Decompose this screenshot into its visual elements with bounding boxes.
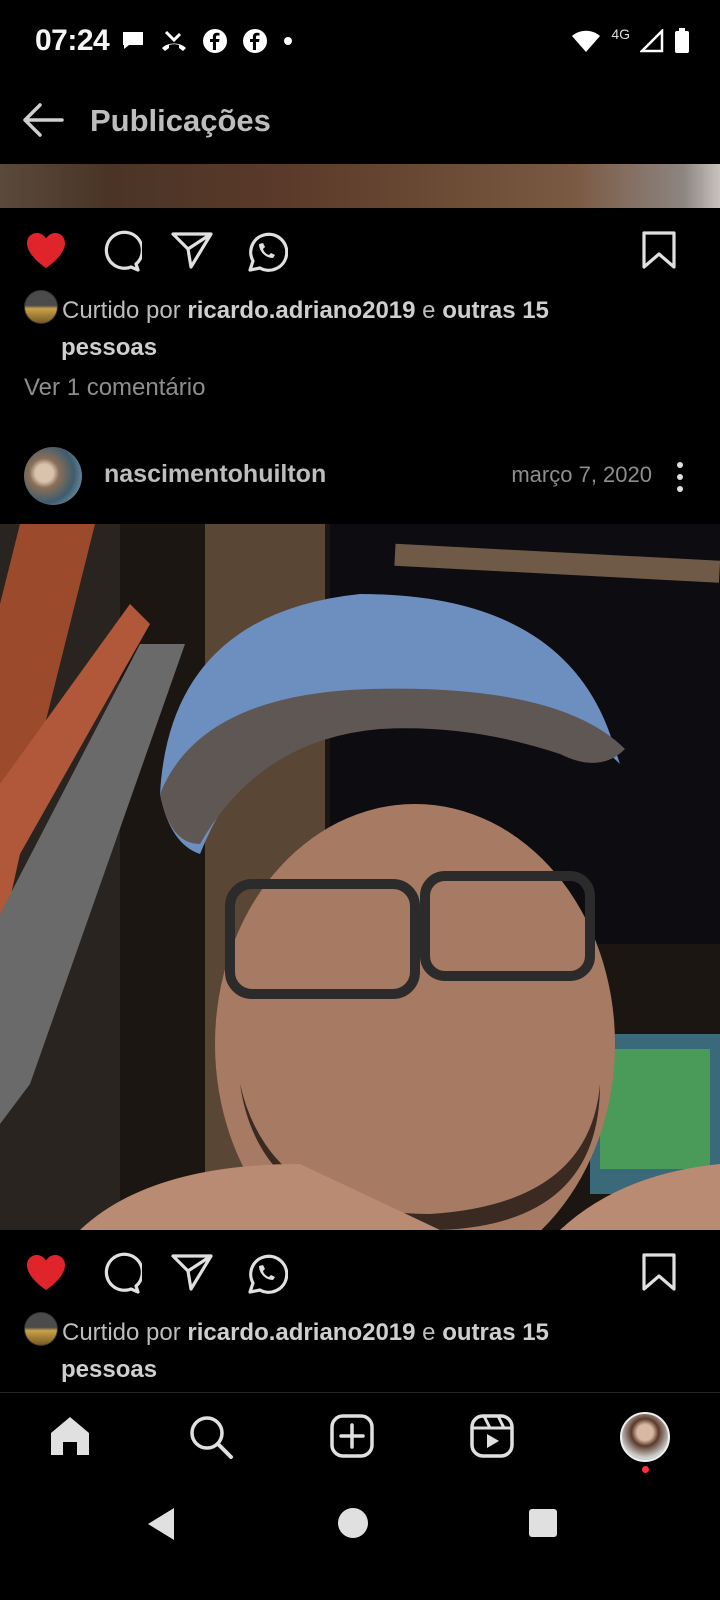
network-type: 4G — [611, 26, 630, 42]
page-title: Publicações — [90, 103, 271, 138]
liked-by-user[interactable]: ricardo.adriano2019 — [187, 297, 415, 324]
liked-by-user[interactable]: ricardo.adriano2019 — [187, 1319, 415, 1346]
missed-call-icon — [162, 30, 186, 51]
like-heart-icon[interactable] — [24, 1252, 68, 1292]
liked-by-prefix: Curtido por — [62, 297, 188, 324]
comment-icon[interactable] — [98, 1252, 142, 1294]
search-icon[interactable] — [188, 1414, 234, 1460]
notification-icons — [120, 28, 294, 54]
liked-by-prefix: Curtido por — [62, 1319, 188, 1346]
back-icon[interactable] — [146, 1506, 178, 1542]
like-heart-icon[interactable] — [24, 230, 68, 270]
battery-icon — [675, 28, 689, 53]
back-arrow-icon[interactable] — [20, 100, 66, 140]
view-comments-link[interactable]: Ver 1 comentário — [24, 374, 205, 402]
home-icon[interactable] — [48, 1414, 92, 1458]
liked-by-others[interactable]: outras 15 — [442, 297, 549, 324]
liked-by-text[interactable]: Curtido por ricardo.adriano2019 e outras… — [24, 290, 664, 366]
more-options-icon[interactable] — [674, 460, 686, 494]
post-username[interactable]: nascimentohuilton — [104, 460, 326, 489]
share-send-icon[interactable] — [170, 1252, 214, 1292]
status-time: 07:24 — [35, 24, 110, 57]
system-navigation-bar — [0, 1480, 720, 1600]
home-circle-icon[interactable] — [336, 1506, 370, 1540]
liker-avatar — [24, 1312, 58, 1346]
share-send-icon[interactable] — [170, 230, 214, 270]
liked-by-suffix[interactable]: pessoas — [61, 1356, 157, 1383]
liked-by-text[interactable]: Curtido por ricardo.adriano2019 e outras… — [24, 1312, 664, 1388]
liked-by-others[interactable]: outras 15 — [442, 1319, 549, 1346]
liked-by-suffix[interactable]: pessoas — [61, 334, 157, 361]
liked-by-mid: e — [415, 297, 443, 324]
liked-by-mid: e — [415, 1319, 443, 1346]
notification-dot — [642, 1466, 649, 1473]
post-photo-illustration — [0, 524, 720, 1230]
dot-icon — [284, 37, 292, 45]
reels-icon[interactable] — [470, 1414, 514, 1458]
facebook-icon — [243, 29, 267, 53]
post-image[interactable] — [0, 524, 720, 1230]
save-bookmark-icon[interactable] — [640, 1252, 678, 1292]
comment-icon[interactable] — [98, 230, 142, 272]
whatsapp-icon[interactable] — [244, 230, 288, 274]
profile-avatar[interactable] — [620, 1412, 670, 1462]
avatar[interactable] — [24, 447, 82, 505]
recents-icon[interactable] — [528, 1508, 558, 1538]
post-actions-row — [0, 220, 720, 280]
new-post-icon[interactable] — [330, 1414, 374, 1458]
post-date: março 7, 2020 — [511, 462, 652, 487]
facebook-icon — [203, 29, 227, 53]
wifi-icon — [572, 30, 601, 52]
post-actions-row — [0, 1242, 720, 1302]
whatsapp-icon[interactable] — [244, 1252, 288, 1296]
chat-bubble-icon — [123, 32, 143, 49]
system-status-icons: 4G — [571, 26, 690, 54]
cell-signal-icon — [640, 29, 664, 53]
liker-avatar — [24, 290, 58, 324]
save-bookmark-icon[interactable] — [640, 230, 678, 270]
post-image-previous[interactable] — [0, 164, 720, 208]
